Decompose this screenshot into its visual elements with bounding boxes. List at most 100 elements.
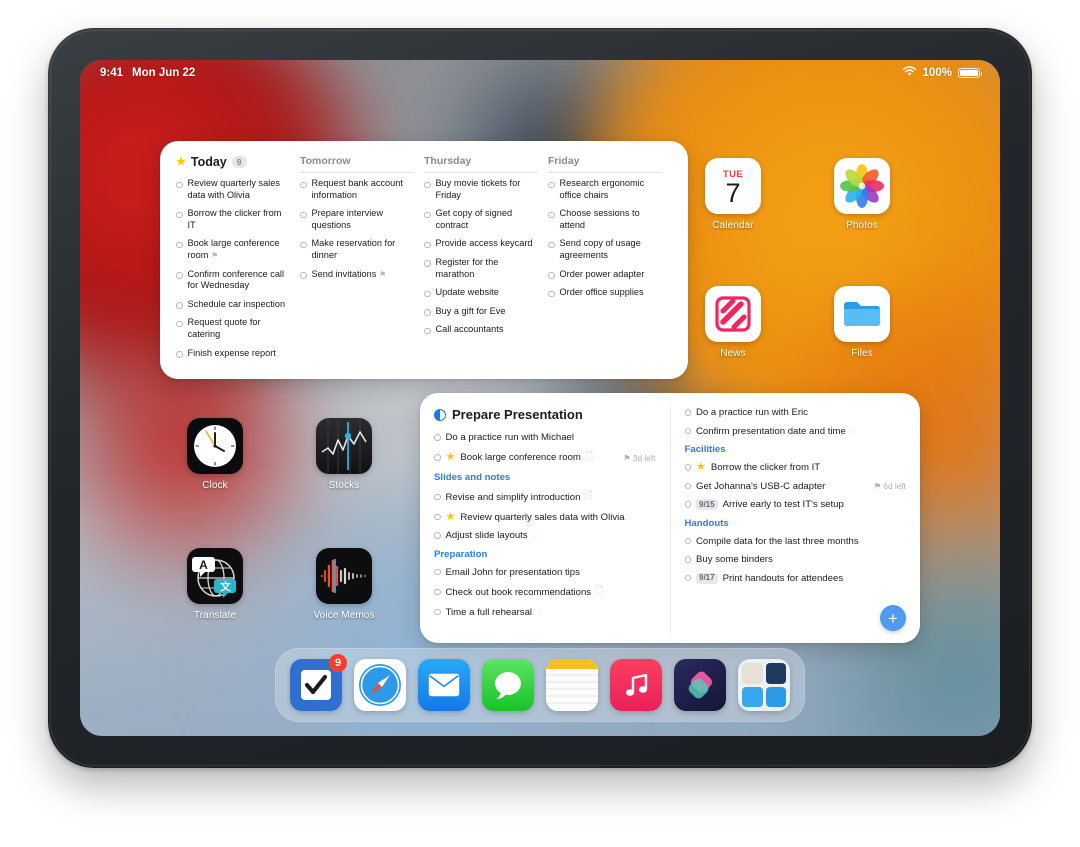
checkbox-circle-icon[interactable] bbox=[548, 241, 555, 249]
checkbox-circle-icon[interactable] bbox=[548, 290, 555, 298]
checkbox-circle-icon[interactable] bbox=[176, 211, 183, 219]
checkbox-circle-icon[interactable] bbox=[434, 532, 441, 539]
reminders-list-widget[interactable]: Prepare Presentation Do a practice run w… bbox=[420, 393, 920, 643]
task-row[interactable]: Call accountants bbox=[424, 324, 538, 336]
list-item[interactable]: ★ Review quarterly sales data with Olivia bbox=[434, 511, 656, 523]
checkbox-circle-icon[interactable] bbox=[434, 568, 441, 576]
checkbox-circle-icon[interactable] bbox=[684, 556, 691, 563]
task-row[interactable]: Finish expense report bbox=[176, 348, 290, 360]
checkbox-circle-icon[interactable] bbox=[424, 211, 431, 219]
checkbox-circle-icon[interactable] bbox=[424, 327, 431, 335]
reminders-upcoming-widget[interactable]: ★ Today 9 Review quarterly sales data wi… bbox=[160, 141, 688, 379]
task-row[interactable]: Buy movie tickets for Friday bbox=[424, 178, 538, 201]
checkbox-circle-icon[interactable] bbox=[176, 320, 183, 328]
dock-item-reminders[interactable]: 9 bbox=[290, 654, 347, 711]
app-clock[interactable]: Clock bbox=[165, 418, 265, 491]
task-row[interactable]: Choose sessions to attend bbox=[548, 208, 662, 231]
checkbox-circle-icon[interactable] bbox=[176, 241, 183, 249]
app-files[interactable]: Files bbox=[812, 286, 912, 359]
task-row[interactable]: Order power adapter bbox=[548, 269, 662, 281]
page-indicator-dots[interactable] bbox=[80, 636, 1000, 642]
task-row[interactable]: Book large conference room ⚑ bbox=[176, 238, 290, 261]
checkbox-circle-icon[interactable] bbox=[176, 351, 183, 358]
list-item[interactable]: Get Johanna's USB-C adapter ⚑ 6d left bbox=[684, 481, 906, 492]
checkbox-circle-icon[interactable] bbox=[300, 241, 307, 249]
task-row[interactable]: Send invitations ⚑ bbox=[300, 269, 414, 281]
checkbox-circle-icon[interactable] bbox=[434, 454, 441, 461]
app-photos[interactable]: Photos bbox=[812, 158, 912, 231]
checkbox-circle-icon[interactable] bbox=[424, 241, 431, 249]
task-row[interactable]: Provide access keycard bbox=[424, 238, 538, 250]
page-dot-2-active[interactable] bbox=[530, 636, 536, 642]
task-row[interactable]: Update website bbox=[424, 287, 538, 299]
list-item[interactable]: Email John for presentation tips bbox=[434, 567, 656, 578]
app-stocks[interactable]: Stocks bbox=[294, 418, 394, 491]
task-row[interactable]: Order office supplies bbox=[548, 287, 662, 299]
task-row[interactable]: Register for the marathon bbox=[424, 257, 538, 280]
checkbox-circle-icon[interactable] bbox=[684, 501, 691, 508]
app-voice-memos[interactable]: Voice Memos bbox=[294, 548, 394, 621]
page-dot-4[interactable] bbox=[559, 636, 565, 642]
add-reminder-button[interactable]: + bbox=[880, 605, 906, 631]
task-row[interactable]: Confirm conference call for Wednesday bbox=[176, 269, 290, 292]
dock-item-messages[interactable] bbox=[482, 659, 534, 711]
checkbox-circle-icon[interactable] bbox=[176, 302, 183, 309]
list-item[interactable]: 9/15 Arrive early to test IT's setup bbox=[684, 499, 907, 510]
task-row[interactable]: Research ergonomic office chairs bbox=[548, 178, 662, 201]
checkbox-circle-icon[interactable] bbox=[300, 272, 307, 279]
task-row[interactable]: Review quarterly sales data with Olivia bbox=[176, 178, 290, 201]
list-item[interactable]: Confirm presentation date and time ◌ bbox=[684, 426, 907, 437]
task-row[interactable]: Request bank account information bbox=[300, 178, 414, 201]
dock-item-recents-folder[interactable] bbox=[738, 659, 790, 711]
checkbox-circle-icon[interactable] bbox=[434, 434, 441, 441]
task-row[interactable]: Borrow the clicker from IT bbox=[176, 208, 290, 231]
checkbox-circle-icon[interactable] bbox=[548, 272, 555, 279]
checkbox-circle-icon[interactable] bbox=[434, 608, 441, 616]
checkbox-circle-icon[interactable] bbox=[176, 272, 183, 279]
checkbox-circle-icon[interactable] bbox=[434, 588, 441, 596]
list-item[interactable]: Buy some binders bbox=[684, 554, 907, 565]
checkbox-circle-icon[interactable] bbox=[684, 464, 691, 471]
checkbox-circle-icon[interactable] bbox=[684, 482, 691, 490]
list-item[interactable]: ★ Borrow the clicker from IT bbox=[684, 462, 907, 473]
list-item[interactable]: Do a practice run with Eric bbox=[684, 407, 907, 418]
task-row[interactable]: Send copy of usage agreements bbox=[548, 238, 662, 261]
list-item[interactable]: 9/17 Print handouts for attendees bbox=[684, 572, 907, 584]
page-dot-1[interactable] bbox=[515, 636, 521, 642]
checkbox-circle-icon[interactable] bbox=[424, 309, 431, 316]
checkbox-circle-icon[interactable] bbox=[684, 537, 691, 545]
task-row[interactable]: Make reservation for dinner bbox=[300, 238, 414, 261]
checkbox-circle-icon[interactable] bbox=[424, 181, 431, 188]
checkbox-circle-icon[interactable] bbox=[424, 260, 431, 267]
checkbox-circle-icon[interactable] bbox=[434, 513, 441, 521]
dock-item-music[interactable] bbox=[610, 659, 662, 711]
list-item[interactable]: ★ Book large conference room 🗋 ⚑ 3d left bbox=[434, 451, 656, 465]
list-item[interactable]: Check out book recommendations 🗋 bbox=[434, 585, 656, 599]
dock-item-shortcuts[interactable] bbox=[674, 659, 726, 711]
checkbox-circle-icon[interactable] bbox=[684, 409, 691, 416]
task-row[interactable]: Buy a gift for Eve bbox=[424, 306, 538, 318]
list-item[interactable]: Adjust slide layouts ◌ bbox=[434, 530, 656, 541]
list-item[interactable]: Revise and simplify introduction 🗋 bbox=[434, 490, 656, 504]
checkbox-circle-icon[interactable] bbox=[684, 574, 691, 582]
dock-item-notes[interactable] bbox=[546, 659, 598, 711]
task-row[interactable]: Get copy of signed contract bbox=[424, 208, 538, 231]
checkbox-circle-icon[interactable] bbox=[300, 181, 307, 188]
dock-item-safari[interactable] bbox=[354, 659, 406, 711]
list-item[interactable]: Time a full rehearsal ◌ bbox=[434, 607, 656, 618]
task-row[interactable]: Request quote for catering bbox=[176, 317, 290, 340]
checkbox-circle-icon[interactable] bbox=[548, 211, 555, 219]
app-news[interactable]: News bbox=[683, 286, 783, 359]
checkbox-circle-icon[interactable] bbox=[424, 290, 431, 298]
checkbox-circle-icon[interactable] bbox=[300, 211, 307, 219]
task-row[interactable]: Schedule car inspection bbox=[176, 299, 290, 311]
checkbox-circle-icon[interactable] bbox=[684, 427, 691, 435]
checkbox-circle-icon[interactable] bbox=[176, 181, 183, 188]
checkbox-circle-icon[interactable] bbox=[548, 181, 555, 188]
checkbox-circle-icon[interactable] bbox=[434, 493, 441, 501]
list-item[interactable]: Do a practice run with Michael bbox=[434, 432, 656, 443]
task-row[interactable]: Prepare interview questions bbox=[300, 208, 414, 231]
page-dot-3[interactable] bbox=[544, 636, 550, 642]
app-calendar[interactable]: TUE 7 Calendar bbox=[683, 158, 783, 231]
dock-item-mail[interactable] bbox=[418, 659, 470, 711]
